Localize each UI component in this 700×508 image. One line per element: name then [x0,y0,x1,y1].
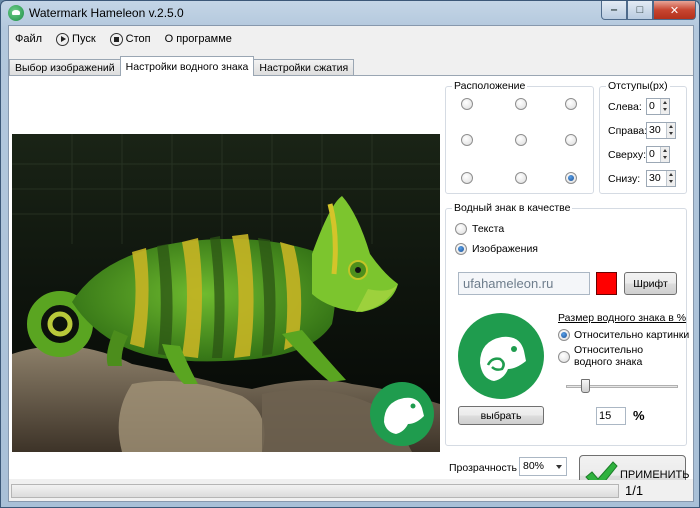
chameleon-logo-icon [480,336,526,381]
watermark-image-preview [458,313,544,399]
position-bottom-right[interactable] [565,172,577,184]
menu-about[interactable]: О программе [165,29,232,49]
offset-right-spinner[interactable] [666,123,675,138]
stop-icon [109,32,123,46]
menu-file[interactable]: Файл [15,29,42,49]
window-title: Watermark Hameleon v.2.5.0 [29,6,184,20]
menu-bar: Файл Пуск Стоп О программе [9,26,693,52]
watermark-text-radio[interactable] [455,223,467,235]
watermark-group-title: Водный знак в качестве [452,202,573,214]
offset-left-value: 0 [649,100,655,112]
offset-right-input[interactable]: 30 [646,122,676,139]
position-group: Расположение [445,80,594,194]
position-bottom-left[interactable] [461,172,473,184]
percent-sign: % [633,408,645,423]
image-preview [12,134,440,452]
size-slider[interactable] [566,379,678,393]
position-middle-left[interactable] [461,134,473,146]
offset-top-spinner[interactable] [660,147,669,162]
watermark-size-title: Размер водного знака в % [558,312,687,324]
maximize-button[interactable]: □ [627,1,653,20]
transparency-select[interactable]: 80% [519,457,567,476]
chameleon-photo [12,134,440,452]
title-bar[interactable]: Watermark Hameleon v.2.5.0 ‒ □ ✕ [1,1,699,25]
position-middle-center[interactable] [515,134,527,146]
offset-top-label: Сверху: [608,149,647,161]
tab-compression-settings[interactable]: Настройки сжатия [253,59,355,76]
size-relative-image-radio[interactable] [558,329,570,341]
transparency-label: Прозрачность [449,462,518,474]
app-chameleon-icon [8,5,24,21]
app-window: Watermark Hameleon v.2.5.0 ‒ □ ✕ Файл Пу… [0,0,700,508]
menu-start[interactable]: Пуск [56,29,96,49]
text-color-swatch[interactable] [596,272,617,295]
size-slider-thumb[interactable] [581,379,590,393]
size-relative-watermark-label-1[interactable]: Относительно [574,344,643,356]
minimize-button[interactable]: ‒ [601,1,627,20]
offset-bottom-value: 30 [649,172,661,184]
offset-bottom-label: Снизу: [608,173,641,185]
offset-top-input[interactable]: 0 [646,146,670,163]
size-percent-input[interactable]: 15 [596,407,626,425]
offset-left-label: Слева: [608,101,642,113]
font-button[interactable]: Шрифт [624,272,677,295]
chevron-down-icon [556,465,562,469]
offset-left-spinner[interactable] [660,99,669,114]
tab-strip: Выбор изображений Настройки водного знак… [9,56,355,76]
position-top-right[interactable] [565,98,577,110]
play-icon [56,32,70,46]
size-percent-value: 15 [599,410,612,422]
offset-right-label: Справа: [608,125,648,137]
offsets-group: Отступы(px) Слева: 0 Справа: 30 Сверху: … [599,80,687,194]
watermark-text-label[interactable]: Текста [472,223,504,235]
position-top-left[interactable] [461,98,473,110]
watermark-text-value: ufahameleon.ru [463,276,554,291]
tab-image-selection[interactable]: Выбор изображений [9,59,121,76]
choose-image-button[interactable]: выбрать [458,406,544,425]
tab-watermark-settings[interactable]: Настройки водного знака [119,56,255,76]
watermark-image-label[interactable]: Изображения [472,243,538,255]
menu-start-label: Пуск [72,33,96,45]
menu-about-label: О программе [164,33,232,45]
offsets-group-title: Отступы(px) [606,80,670,92]
position-bottom-center[interactable] [515,172,527,184]
transparency-value: 80% [523,460,545,472]
offset-top-value: 0 [649,148,655,160]
progress-bar [11,484,619,498]
size-relative-watermark-label-2[interactable]: водного знака [574,356,642,368]
client-area: Файл Пуск Стоп О программе Выбор изображ… [8,25,694,502]
offset-bottom-input[interactable]: 30 [646,170,676,187]
window-controls: ‒ □ ✕ [601,1,696,20]
position-top-center[interactable] [515,98,527,110]
watermark-image-radio[interactable] [455,243,467,255]
menu-stop[interactable]: Стоп [109,29,151,49]
watermark-settings-panel: Расположение Отступы(px) Слева: 0 Справа… [9,75,693,496]
offset-right-value: 30 [649,124,661,136]
menu-stop-label: Стоп [125,33,151,45]
size-relative-watermark-radio[interactable] [558,351,570,363]
watermark-type-group: Водный знак в качестве Текста Изображени… [445,202,689,446]
close-button[interactable]: ✕ [653,1,696,20]
size-relative-image-label[interactable]: Относительно картинки [574,329,689,341]
status-bar: 1/1 [9,480,693,501]
image-counter: 1/1 [625,483,644,498]
offset-bottom-spinner[interactable] [666,171,675,186]
watermark-text-input[interactable]: ufahameleon.ru [458,272,590,295]
offset-left-input[interactable]: 0 [646,98,670,115]
position-group-title: Расположение [452,80,528,92]
position-middle-right[interactable] [565,134,577,146]
menu-file-label: Файл [15,33,43,45]
